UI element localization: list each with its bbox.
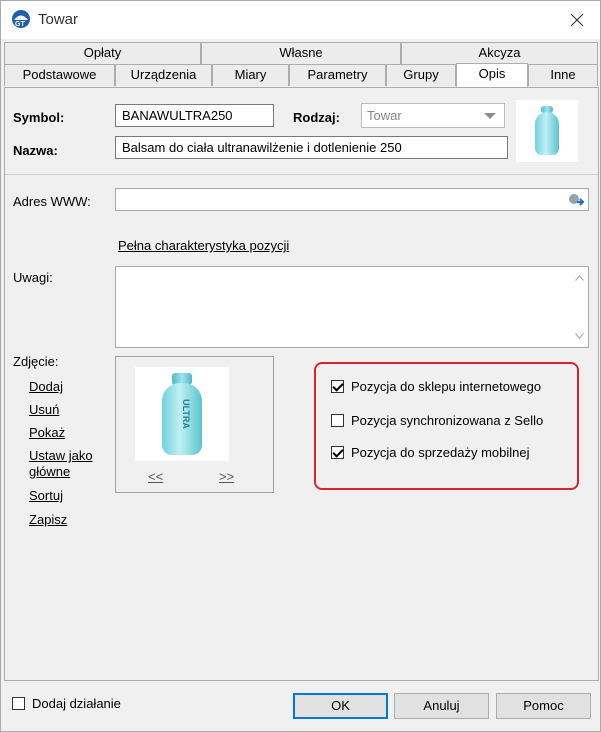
add-action-label: Dodaj działanie <box>32 696 121 711</box>
checkbox-sello-sync-box[interactable] <box>331 414 344 427</box>
ok-button[interactable]: OK <box>293 693 388 719</box>
rodzaj-select[interactable]: Towar <box>361 103 505 128</box>
photo-sort-link[interactable]: Sortuj <box>29 488 63 503</box>
symbol-label: Symbol: <box>13 110 65 125</box>
nazwa-label: Nazwa: <box>13 143 58 158</box>
tab-inne[interactable]: Inne <box>528 64 598 86</box>
symbol-input[interactable]: BANAWULTRA250 <box>115 104 274 127</box>
zdjecie-label: Zdjęcie: <box>13 354 59 369</box>
checkbox-online-shop-label: Pozycja do sklepu internetowego <box>351 379 542 394</box>
divider <box>5 174 598 175</box>
checkbox-sello-sync[interactable]: Pozycja synchronizowana z Sello <box>331 413 543 428</box>
tab-podstawowe[interactable]: Podstawowe <box>4 64 115 86</box>
checkbox-mobile-sale-label: Pozycja do sprzedaży mobilnej <box>351 445 530 460</box>
svg-text:GT: GT <box>15 21 25 28</box>
app-logo-icon: GT <box>12 10 30 28</box>
checkbox-mobile-sale-box[interactable] <box>331 446 344 459</box>
tab-parametry[interactable]: Parametry <box>289 64 386 86</box>
close-button[interactable] <box>554 1 600 39</box>
scroll-down-icon[interactable] <box>575 333 584 339</box>
photo-next-link[interactable]: >> <box>219 469 234 484</box>
cancel-button[interactable]: Anuluj <box>394 693 489 719</box>
add-action-checkbox-box[interactable] <box>12 697 25 710</box>
photo-set-main-link[interactable]: Ustaw jako główne <box>29 448 109 480</box>
tab-row-bottom: Podstawowe Urządzenia Miary Parametry Gr… <box>4 63 598 87</box>
globe-arrow-icon[interactable] <box>568 193 584 207</box>
title-bar: GT Towar <box>1 1 600 39</box>
tab-opis[interactable]: Opis <box>456 63 528 87</box>
dialog-window: GT Towar Opłaty Własne Akcyza Podstawowe… <box>0 0 601 732</box>
tab-oplaty[interactable]: Opłaty <box>4 42 201 64</box>
rodzaj-label: Rodzaj: <box>293 110 340 125</box>
tab-grupy[interactable]: Grupy <box>386 64 456 86</box>
help-button[interactable]: Pomoc <box>496 693 591 719</box>
scroll-up-icon[interactable] <box>575 275 584 281</box>
photo-prev-link[interactable]: << <box>148 469 163 484</box>
photo-show-link[interactable]: Pokaż <box>29 425 65 440</box>
photo-remove-link[interactable]: Usuń <box>29 402 59 417</box>
photo-viewer: ULTRA << >> <box>115 356 274 493</box>
bottle-label: ULTRA <box>180 399 191 429</box>
checkbox-mobile-sale[interactable]: Pozycja do sprzedaży mobilnej <box>331 445 529 460</box>
close-icon <box>571 14 583 26</box>
uwagi-textarea[interactable] <box>115 266 589 348</box>
tab-row-top: Opłaty Własne Akcyza <box>4 42 598 64</box>
nazwa-input[interactable]: Balsam do ciała ultranawilżenie i dotlen… <box>115 136 508 159</box>
tab-akcyza[interactable]: Akcyza <box>401 42 598 64</box>
uwagi-scrollbar[interactable] <box>571 267 588 347</box>
full-description-link[interactable]: Pełna charakterystyka pozycji <box>118 238 289 253</box>
photo-add-link[interactable]: Dodaj <box>29 379 63 394</box>
tab-urzadzenia[interactable]: Urządzenia <box>115 64 212 86</box>
checkbox-online-shop[interactable]: Pozycja do sklepu internetowego <box>331 379 541 394</box>
chevron-down-icon <box>484 113 496 119</box>
bottle-shape <box>535 112 559 155</box>
www-label: Adres WWW: <box>13 194 91 209</box>
tab-panel-opis: Symbol: BANAWULTRA250 Rodzaj: Towar Nazw… <box>4 87 599 681</box>
tab-wlasne[interactable]: Własne <box>201 42 401 64</box>
add-action-checkbox[interactable]: Dodaj działanie <box>12 696 121 711</box>
photo-save-link[interactable]: Zapisz <box>29 512 67 527</box>
tab-miary[interactable]: Miary <box>212 64 289 86</box>
product-thumbnail <box>516 100 578 162</box>
product-photo[interactable]: ULTRA <box>135 367 229 461</box>
www-input[interactable] <box>115 188 589 211</box>
uwagi-label: Uwagi: <box>13 270 53 285</box>
window-title: Towar <box>38 11 79 28</box>
checkbox-sello-sync-label: Pozycja synchronizowana z Sello <box>351 413 544 428</box>
checkbox-online-shop-box[interactable] <box>331 380 344 393</box>
rodzaj-select-value: Towar <box>367 108 402 123</box>
